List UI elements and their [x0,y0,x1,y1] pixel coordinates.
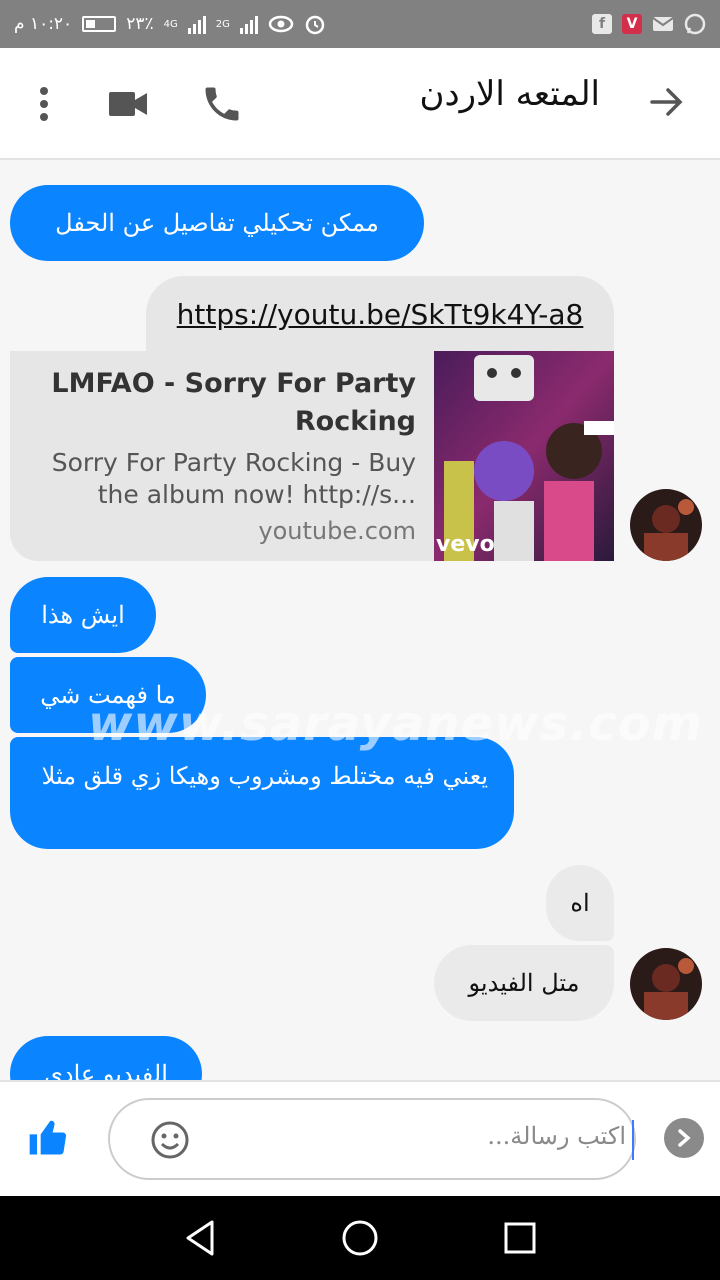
message-text: اه [570,889,590,917]
facebook-icon: f [592,14,612,34]
link-preview-card[interactable]: LMFAO - Sorry For Party Rocking Sorry Fo… [10,351,614,561]
status-left: ١٠:٢٠ م ٢٣٪ 4G 2G [14,0,326,48]
system-nav-bar [0,1196,720,1280]
battery-percent: ٢٣٪ [126,14,154,34]
link-preview-description: Sorry For Party Rocking - Buy the album … [51,448,416,509]
message-bubble-received[interactable]: ايش هذا [10,577,156,653]
message-bubble-received[interactable]: يعني فيه مختلط ومشروب وهيكا زي قلق مثلا [10,737,514,849]
phone-icon[interactable] [200,82,244,126]
message-input-placeholder: اكتب رسالة... [487,1122,626,1150]
mail-icon [652,17,674,31]
message-bubble-sent[interactable]: متل الفيديو [434,945,614,1021]
emoji-icon[interactable] [150,1120,190,1160]
video-call-icon[interactable] [108,90,148,118]
alarm-icon [305,15,325,35]
status-time: ١٠:٢٠ م [14,14,73,34]
nav-back-icon[interactable] [182,1218,218,1258]
message-text: يعني فيه مختلط ومشروب وهيكا زي قلق مثلا [41,762,488,790]
message-bubble-received[interactable]: ممكن تحكيلي تفاصيل عن الحفل [10,185,424,261]
watermark: www.sarayanews.com [88,696,703,752]
send-chevron-icon[interactable] [664,1118,704,1158]
link-preview-thumbnail[interactable]: vevo [434,351,614,561]
contact-name[interactable]: المتعه الاردن [419,74,600,114]
battery-icon [82,16,117,32]
eye-icon [268,15,294,33]
status-bar: ١٠:٢٠ م ٢٣٪ 4G 2G f V [0,0,720,48]
signal-icon [187,14,206,34]
signal-icon-2 [239,14,258,34]
avatar[interactable] [630,948,702,1020]
composer-bar: اكتب رسالة... [0,1080,720,1196]
like-icon[interactable] [26,1116,70,1160]
message-bubble-link[interactable]: https://youtu.be/SkTt9k4Y-a8 [146,276,614,352]
nav-recents-icon[interactable] [502,1218,538,1258]
message-text: ايش هذا [41,601,125,629]
text-cursor [632,1120,634,1160]
message-text: الفيديو عادي [44,1060,168,1080]
message-input[interactable]: اكتب رسالة... [108,1098,636,1180]
network-type-2g: 2G [215,18,230,30]
nav-home-icon[interactable] [340,1218,380,1258]
conversation-header: المتعه الاردن [0,48,720,160]
more-vert-icon[interactable] [32,84,56,124]
message-bubble-sent[interactable]: اه [546,865,614,941]
network-type-4g: 4G [163,18,178,30]
link-preview-text: LMFAO - Sorry For Party Rocking Sorry Fo… [10,351,420,561]
link-preview-domain: youtube.com [258,517,416,545]
message-list[interactable]: ممكن تحكيلي تفاصيل عن الحفل https://yout… [0,162,720,1080]
message-text: متل الفيديو [468,969,580,997]
message-text: ممكن تحكيلي تفاصيل عن الحفل [55,209,379,237]
vevo-logo: vevo [436,532,495,557]
whatsapp-icon [684,13,706,35]
message-bubble-received[interactable]: الفيديو عادي [10,1036,202,1080]
avatar[interactable] [630,489,702,561]
v-app-icon: V [622,14,642,34]
link-url[interactable]: https://youtu.be/SkTt9k4Y-a8 [177,298,584,331]
link-preview-title: LMFAO - Sorry For Party Rocking [51,368,416,437]
status-right: f V [592,0,706,48]
back-arrow-icon[interactable] [648,84,684,120]
